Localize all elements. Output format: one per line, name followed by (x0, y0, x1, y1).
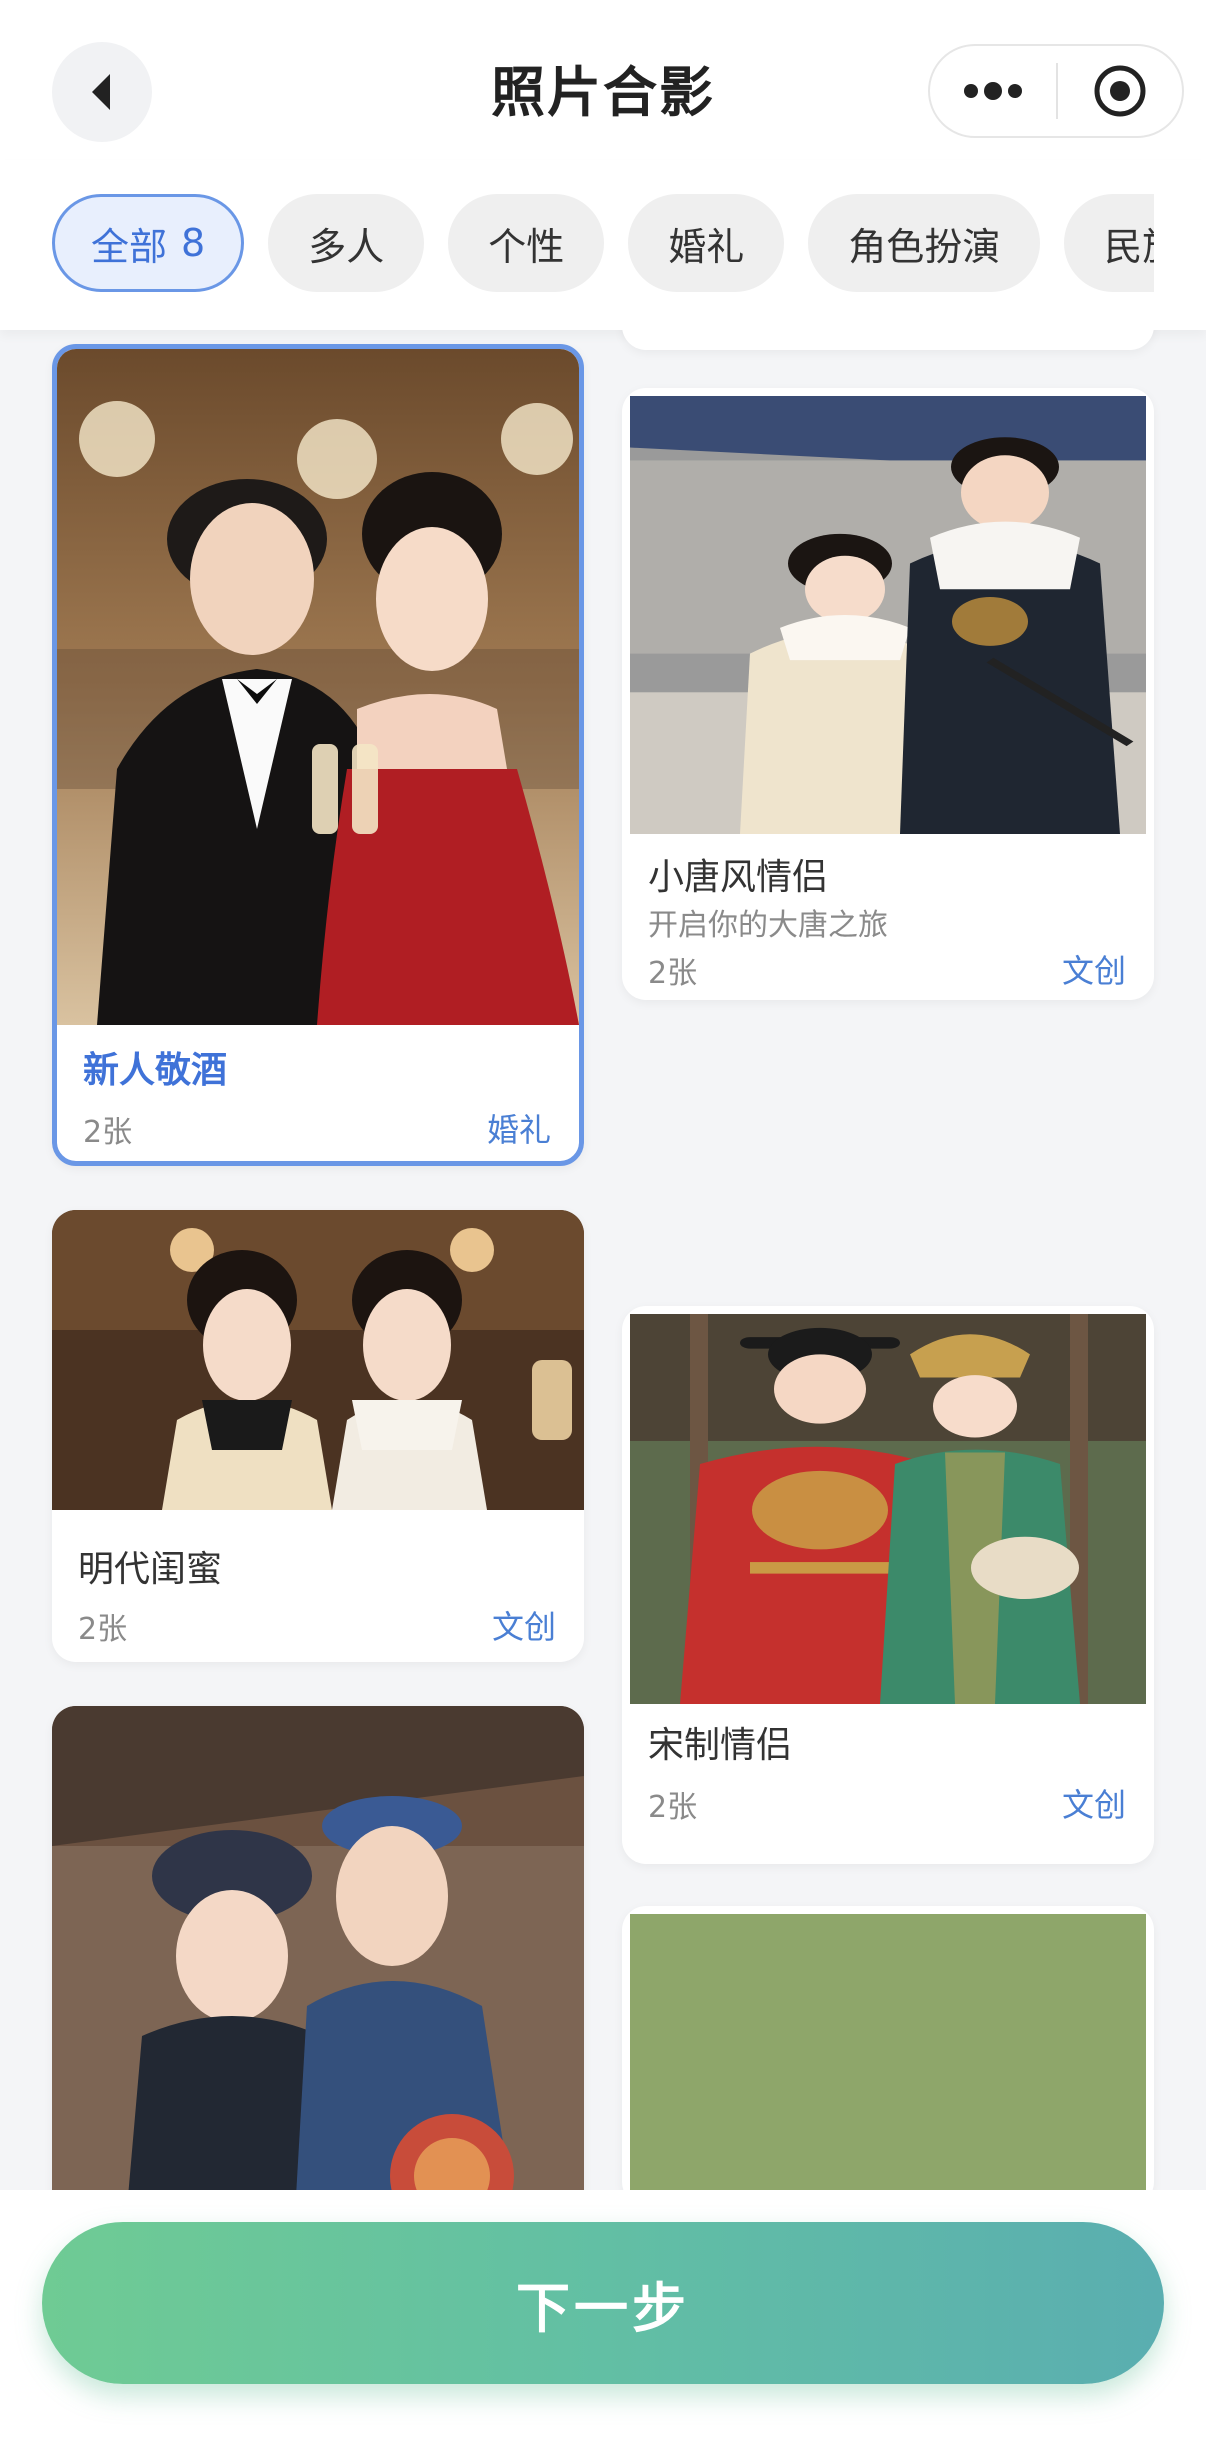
template-name: 明代闺蜜 (78, 1549, 223, 1590)
template-card[interactable]: 小唐风情侣 开启你的大唐之旅 2张 文创 (622, 388, 1154, 1000)
mini-program-capsule (928, 44, 1184, 138)
tab-count: 8 (181, 221, 206, 265)
template-subtitle: 开启你的大唐之旅 (648, 908, 888, 943)
tab-ethnic[interactable]: 民族 (1064, 194, 1154, 292)
template-card-partial-top[interactable] (622, 330, 1154, 350)
template-photo (630, 1914, 1146, 2190)
category-tag: 文创 (1061, 952, 1126, 990)
photo-count: 2张 (648, 956, 698, 991)
template-grid[interactable]: 新人敬酒 2张 婚礼 明代闺蜜 2张 文创 小唐风情侣 开启你的大唐之旅 2张 … (0, 330, 1206, 2190)
next-step-label: 下一步 (516, 2276, 690, 2340)
tab-label: 民族 (1104, 224, 1154, 269)
template-photo (630, 396, 1146, 834)
photo-count: 2张 (78, 1612, 128, 1647)
template-photo (57, 349, 579, 1025)
template-card[interactable]: 新人敬酒 2张 婚礼 (52, 344, 584, 1166)
template-photo (52, 1210, 584, 1510)
target-circle-icon (1094, 65, 1146, 117)
nav-header: 照片合影 (0, 0, 1206, 160)
photo-count: 2张 (648, 1790, 698, 1825)
tab-label: 多人 (308, 224, 385, 269)
tab-personality[interactable]: 个性 (448, 194, 605, 292)
template-card[interactable]: 明代闺蜜 2张 文创 (52, 1210, 584, 1662)
category-tag: 婚礼 (486, 1111, 551, 1149)
photo-count: 2张 (83, 1115, 133, 1150)
template-name: 宋制情侣 (648, 1725, 793, 1766)
tab-label: 个性 (488, 224, 565, 269)
photo-group-page: 照片合影 全部 8 多人 个性 婚礼 角色扮演 民 新人敬酒 2张 婚礼 明代闺… (0, 0, 1206, 2445)
close-mini-program-button[interactable] (1058, 46, 1182, 136)
template-card[interactable] (52, 1706, 584, 2190)
template-name: 新人敬酒 (83, 1050, 228, 1091)
more-dots-icon (964, 82, 1022, 100)
template-card[interactable]: 宋制情侣 2张 文创 (622, 1306, 1154, 1864)
next-step-button[interactable]: 下一步 (42, 2222, 1164, 2384)
tab-label: 角色扮演 (848, 224, 1001, 269)
tab-label: 全部 (91, 224, 168, 269)
category-tag: 文创 (1061, 1786, 1126, 1824)
tab-multi-person[interactable]: 多人 (268, 194, 425, 292)
template-photo (630, 1314, 1146, 1704)
tab-all[interactable]: 全部 8 (52, 194, 245, 292)
bottom-action-bar: 下一步 (0, 2190, 1206, 2445)
template-name: 小唐风情侣 (648, 857, 829, 898)
template-card-partial-bottom[interactable] (622, 1906, 1154, 2190)
category-tag: 文创 (491, 1608, 556, 1646)
category-tabs-scroll[interactable]: 全部 8 多人 个性 婚礼 角色扮演 民族 (52, 194, 1154, 294)
category-tabs-bar: 全部 8 多人 个性 婚礼 角色扮演 民族 (0, 160, 1206, 330)
template-photo (52, 1706, 584, 2190)
tab-label: 婚礼 (668, 224, 745, 269)
more-button[interactable] (930, 46, 1056, 136)
tab-wedding[interactable]: 婚礼 (628, 194, 785, 292)
tab-role-play[interactable]: 角色扮演 (808, 194, 1041, 292)
